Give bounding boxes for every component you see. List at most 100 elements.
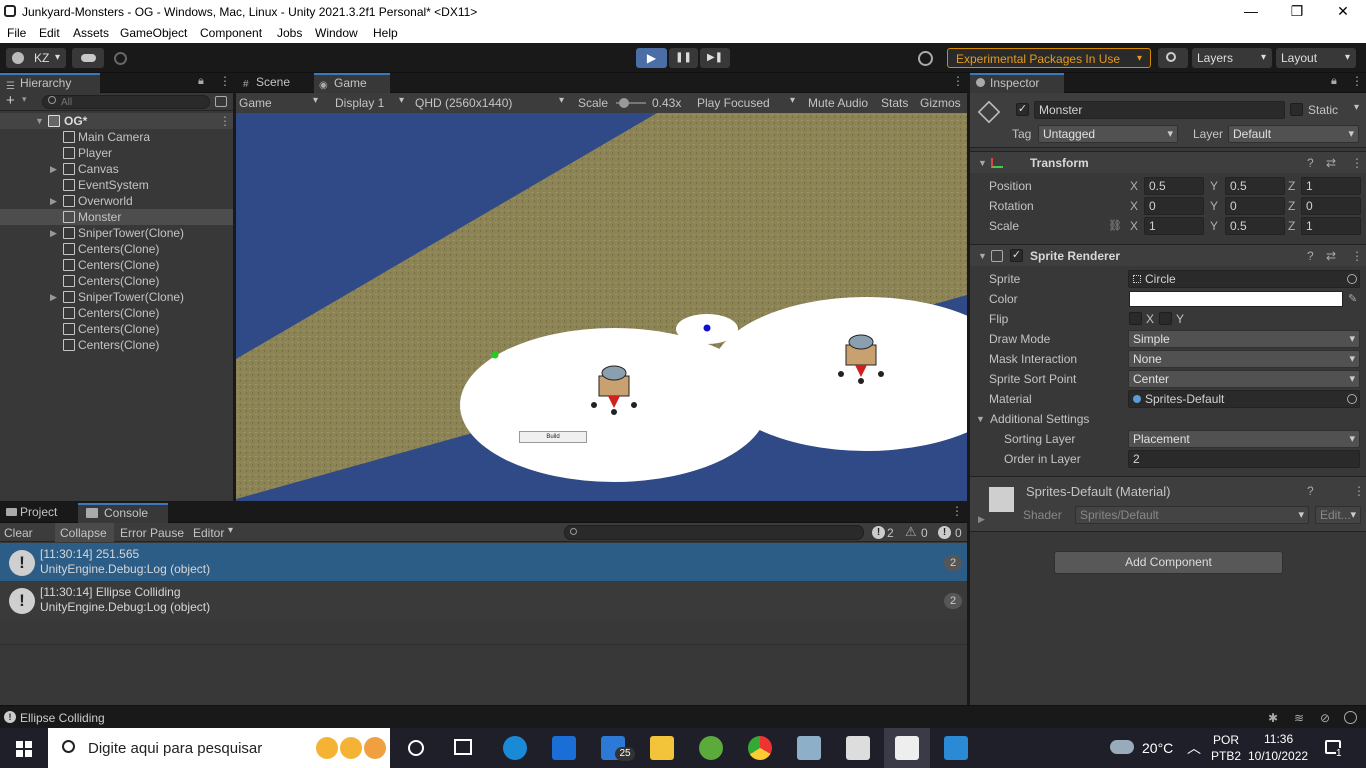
color-swatch[interactable] <box>1129 291 1343 307</box>
hierarchy-item[interactable]: ▶ Canvas <box>0 161 233 177</box>
clear-button[interactable]: Clear <box>4 526 33 540</box>
mask-interaction-dropdown[interactable]: None <box>1128 350 1360 368</box>
rotation-y-field[interactable]: 0 <box>1225 197 1285 215</box>
game-viewport[interactable]: Build <box>236 113 967 501</box>
rotation-z-field[interactable]: 0 <box>1301 197 1361 215</box>
static-checkbox[interactable] <box>1290 103 1303 116</box>
editor-dropdown[interactable]: Editor <box>193 526 224 540</box>
additional-settings-row[interactable]: ▼ Additional Settings <box>970 409 1366 429</box>
hierarchy-item[interactable]: Player <box>0 145 233 161</box>
more-menu-icon[interactable]: ⋮ <box>219 74 231 88</box>
console-row[interactable]: ! [11:30:14] Ellipse Colliding UnityEngi… <box>0 581 967 619</box>
lock-icon[interactable]: 🔒︎ <box>198 75 204 88</box>
shader-dropdown[interactable]: Sprites/Default <box>1075 506 1309 524</box>
menu-file[interactable]: File <box>7 26 26 40</box>
active-checkbox[interactable]: ✓ <box>1016 103 1029 116</box>
clock-date[interactable]: 10/10/2022 <box>1248 749 1308 763</box>
add-component-button[interactable]: Add Component <box>1054 551 1283 574</box>
taskbar-search[interactable]: Digite aqui para pesquisar <box>48 728 390 768</box>
constrain-proportions-icon[interactable]: ⛓ <box>1108 216 1122 236</box>
position-x-field[interactable]: 0.5 <box>1144 177 1204 195</box>
resolution-dropdown[interactable]: QHD (2560x1440) <box>415 96 512 110</box>
object-name-field[interactable]: Monster <box>1034 101 1285 119</box>
language-code[interactable]: POR <box>1213 733 1239 747</box>
component-menu-icon[interactable]: ⋮ <box>1351 152 1363 174</box>
sprite-field[interactable]: Circle <box>1128 270 1360 288</box>
help-icon[interactable]: ? <box>1307 152 1314 174</box>
tab-console[interactable]: Console <box>78 503 168 523</box>
search-button[interactable] <box>1158 48 1188 68</box>
display-dropdown[interactable]: Display 1 <box>335 96 384 110</box>
sprite-renderer-header[interactable]: ▼ ✓ Sprite Renderer ? ⇄ ⋮ <box>970 244 1366 266</box>
component-menu-icon[interactable]: ⋮ <box>1351 245 1363 267</box>
status-message[interactable]: Ellipse Colliding <box>20 711 105 725</box>
windows-start-icon[interactable] <box>16 741 32 757</box>
tab-hierarchy[interactable]: ☰ Hierarchy <box>0 73 100 93</box>
game-mode-dropdown[interactable]: Game <box>239 96 272 110</box>
console-row[interactable]: ! [11:30:14] 251.565 UnityEngine.Debug:L… <box>0 543 967 581</box>
hierarchy-item[interactable]: ▶ SniperTower(Clone) <box>0 225 233 241</box>
position-z-field[interactable]: 1 <box>1301 177 1361 195</box>
flip-x-checkbox[interactable] <box>1129 312 1142 325</box>
scale-y-field[interactable]: 0.5 <box>1225 217 1285 235</box>
build-button[interactable]: Build <box>519 431 587 443</box>
collab-icon[interactable] <box>114 52 127 65</box>
close-button[interactable]: ✕ <box>1320 0 1366 23</box>
eyedropper-icon[interactable]: ✎ <box>1348 289 1357 309</box>
expand-arrow-icon[interactable]: ▶ <box>50 225 57 241</box>
hierarchy-item[interactable]: Centers(Clone) <box>0 273 233 289</box>
step-button[interactable]: ▶❚ <box>700 48 730 68</box>
preset-icon[interactable]: ⇄ <box>1326 245 1336 267</box>
unity-editor-icon[interactable] <box>895 736 919 760</box>
expand-arrow-icon[interactable]: ▶ <box>50 289 57 305</box>
hierarchy-item[interactable]: Centers(Clone) <box>0 305 233 321</box>
sprite-renderer-enabled-checkbox[interactable]: ✓ <box>1010 249 1023 262</box>
error-icon[interactable]: ! <box>938 526 951 539</box>
menu-jobs[interactable]: Jobs <box>277 26 302 40</box>
layer-dropdown[interactable]: Default <box>1228 125 1359 143</box>
chevron-up-icon[interactable]: ︿ <box>1187 738 1201 758</box>
more-menu-icon[interactable]: ⋮ <box>952 74 964 88</box>
scene-menu-icon[interactable]: ⋮ <box>219 113 231 129</box>
shader-edit-button[interactable]: Edit... <box>1315 506 1361 524</box>
clock-time[interactable]: 11:36 <box>1264 732 1293 746</box>
cortana-icon[interactable] <box>408 740 424 756</box>
object-picker-icon[interactable] <box>1347 274 1357 284</box>
menu-gameobject[interactable]: GameObject <box>120 26 187 40</box>
scene-row[interactable]: ▼ OG* ⋮ <box>0 113 233 129</box>
unity-hub-icon[interactable] <box>846 736 870 760</box>
tab-inspector[interactable]: Inspector <box>970 73 1064 93</box>
paint-icon[interactable] <box>797 736 821 760</box>
cloud-button[interactable] <box>72 48 104 68</box>
sorting-layer-dropdown[interactable]: Placement <box>1128 430 1360 448</box>
component-menu-icon[interactable]: ⋮ <box>1353 484 1365 498</box>
tab-scene[interactable]: # Scene <box>236 73 312 93</box>
scale-slider-handle[interactable] <box>619 98 629 108</box>
hierarchy-search-input[interactable] <box>42 95 210 109</box>
file-explorer-icon[interactable] <box>650 736 674 760</box>
tab-project[interactable]: Project <box>0 503 76 523</box>
pause-button[interactable]: ❚❚ <box>669 48 698 68</box>
flip-y-checkbox[interactable] <box>1159 312 1172 325</box>
task-view-icon[interactable] <box>454 739 472 755</box>
preset-icon[interactable]: ⇄ <box>1326 152 1336 174</box>
store-icon[interactable] <box>552 736 576 760</box>
edge-icon[interactable] <box>503 736 527 760</box>
experimental-packages-button[interactable]: Experimental Packages In Use ▾ <box>947 48 1151 68</box>
menu-help[interactable]: Help <box>373 26 398 40</box>
hierarchy-item[interactable]: ▶ Overworld <box>0 193 233 209</box>
temperature[interactable]: 20°C <box>1142 740 1173 756</box>
sprite-sort-point-dropdown[interactable]: Center <box>1128 370 1360 388</box>
help-icon[interactable]: ? <box>1307 484 1314 498</box>
play-focused-dropdown[interactable]: Play Focused <box>697 96 770 110</box>
account-button[interactable]: KZ ▾ <box>6 48 66 68</box>
history-icon[interactable] <box>918 51 933 66</box>
object-picker-icon[interactable] <box>1347 394 1357 404</box>
warning-icon[interactable]: ⚠ <box>905 524 917 540</box>
menu-window[interactable]: Window <box>315 26 358 40</box>
layers-dropdown[interactable]: Layers ▾ <box>1192 48 1272 68</box>
help-icon[interactable]: ? <box>1307 245 1314 267</box>
chrome-icon[interactable] <box>748 736 772 760</box>
stack-icon[interactable]: ≋ <box>1294 711 1304 725</box>
expand-arrow-icon[interactable]: ▶ <box>50 193 57 209</box>
